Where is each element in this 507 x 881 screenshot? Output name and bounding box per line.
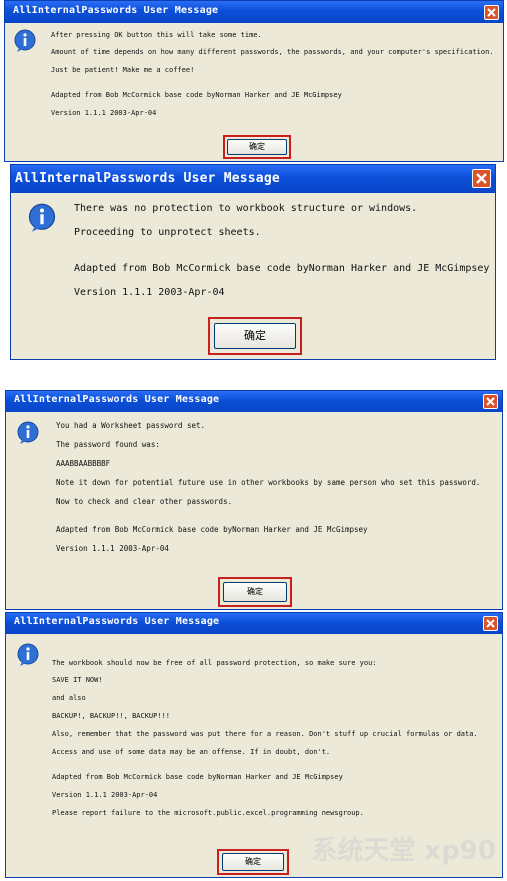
dialog-3: AllInternalPasswords User Message You ha…: [5, 390, 503, 610]
dialog-title: AllInternalPasswords User Message: [13, 5, 219, 16]
message-line: BACKUP!, BACKUP!!, BACKUP!!!: [52, 712, 171, 720]
dialog-title: AllInternalPasswords User Message: [15, 171, 280, 186]
info-icon: [17, 643, 39, 666]
close-icon[interactable]: [483, 616, 498, 631]
message-line: Also, remember that the password was put…: [52, 730, 478, 738]
ok-button[interactable]: 确定: [227, 139, 287, 155]
message-line: The password found was:: [56, 440, 160, 449]
titlebar[interactable]: AllInternalPasswords User Message: [11, 165, 495, 193]
message-line: Note it down for potential future use in…: [56, 478, 481, 487]
message-line: Proceeding to unprotect sheets.: [74, 227, 261, 238]
message-line: AAABBAABBBBF: [56, 459, 111, 468]
message-line: Adapted from Bob McCormick base code byN…: [51, 91, 342, 99]
message-line: Version 1.1.1 2003-Apr-04: [56, 544, 169, 553]
watermark: 系统天堂 xp90: [311, 836, 496, 866]
message-line: You had a Worksheet password set.: [56, 421, 206, 430]
message-line: Adapted from Bob McCormick base code byN…: [52, 773, 343, 781]
info-icon: [17, 421, 39, 444]
dialog-2: AllInternalPasswords User Message There …: [10, 164, 496, 360]
message-line: Amount of time depends on how many diffe…: [51, 48, 494, 56]
message-line: Now to check and clear other passwords.: [56, 497, 233, 506]
message-line: After pressing OK button this will take …: [51, 31, 262, 39]
info-icon: [14, 29, 36, 52]
ok-button[interactable]: 确定: [223, 582, 287, 602]
ok-button[interactable]: 确定: [222, 853, 284, 871]
titlebar[interactable]: AllInternalPasswords User Message: [6, 613, 502, 634]
ok-button[interactable]: 确定: [214, 323, 296, 349]
message-line: SAVE IT NOW!: [52, 676, 103, 684]
titlebar[interactable]: AllInternalPasswords User Message: [5, 1, 503, 23]
dialog-title: AllInternalPasswords User Message: [14, 394, 220, 405]
info-icon: [28, 203, 56, 232]
message-line: Version 1.1.1 2003-Apr-04: [74, 287, 225, 298]
message-line: The workbook should now be free of all p…: [52, 659, 377, 667]
dialog-title: AllInternalPasswords User Message: [14, 616, 220, 627]
close-icon[interactable]: [483, 394, 498, 409]
dialog-1: AllInternalPasswords User Message After …: [4, 0, 504, 162]
message-line: Adapted from Bob McCormick base code byN…: [56, 525, 368, 534]
message-line: Please report failure to the microsoft.p…: [52, 809, 364, 817]
message-line: Version 1.1.1 2003-Apr-04: [51, 109, 157, 117]
close-icon[interactable]: [472, 169, 491, 188]
message-line: Access and use of some data may be an of…: [52, 748, 331, 756]
message-line: Adapted from Bob McCormick base code byN…: [74, 263, 490, 274]
message-line: and also: [52, 694, 86, 702]
message-line: There was no protection to workbook stru…: [74, 203, 418, 214]
titlebar[interactable]: AllInternalPasswords User Message: [6, 391, 502, 412]
message-line: Version 1.1.1 2003-Apr-04: [52, 791, 158, 799]
message-line: Just be patient! Make me a coffee!: [51, 66, 195, 74]
dialog-4: AllInternalPasswords User Message The wo…: [5, 612, 503, 878]
close-icon[interactable]: [484, 5, 499, 20]
